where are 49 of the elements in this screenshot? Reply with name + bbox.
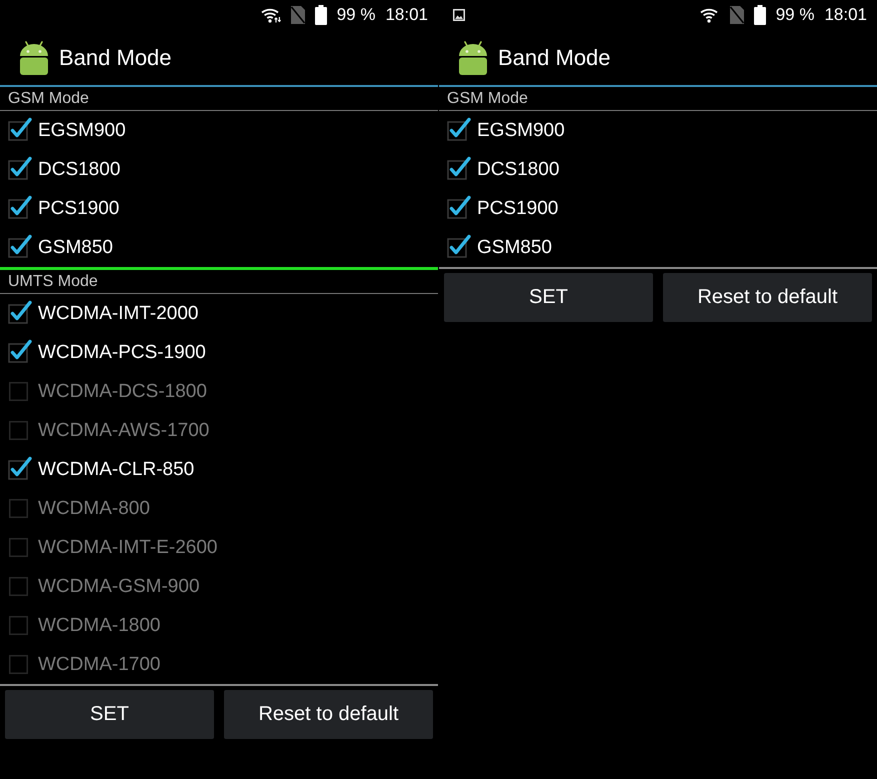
band-label: PCS1900 — [477, 198, 558, 220]
checkbox[interactable] — [8, 300, 32, 324]
band-label: WCDMA-PCS-1900 — [38, 342, 206, 364]
checkbox[interactable] — [8, 156, 32, 180]
checkbox[interactable] — [447, 156, 471, 180]
battery-percent: 99 % — [336, 5, 376, 25]
band-label: WCDMA-1700 — [38, 654, 160, 676]
clock-time: 18:01 — [385, 5, 428, 25]
checkbox[interactable] — [8, 338, 32, 362]
band-label: WCDMA-IMT-2000 — [38, 302, 198, 324]
band-label: WCDMA-GSM-900 — [38, 576, 200, 598]
band-label: WCDMA-AWS-1700 — [38, 420, 210, 442]
checkbox[interactable] — [447, 194, 471, 218]
band-label: GSM850 — [38, 236, 113, 258]
checkbox[interactable] — [8, 456, 32, 480]
checkbox[interactable] — [447, 116, 471, 140]
checkbox[interactable] — [8, 116, 32, 140]
band-label: EGSM900 — [477, 120, 565, 142]
set-button[interactable]: SET — [444, 273, 653, 322]
no-sim-icon — [290, 6, 305, 24]
band-label: WCDMA-800 — [38, 498, 150, 520]
band-label: WCDMA-IMT-E-2600 — [38, 536, 218, 558]
section-title: UMTS Mode — [8, 272, 98, 290]
section-title: GSM Mode — [8, 90, 89, 108]
band-label: DCS1800 — [38, 158, 120, 180]
checkbox[interactable] — [8, 194, 32, 218]
app-title: Band Mode — [498, 44, 611, 70]
reset-button[interactable]: Reset to default — [224, 690, 433, 739]
checkbox[interactable] — [8, 234, 32, 258]
battery-percent: 99 % — [776, 5, 814, 25]
clock-time: 18:01 — [824, 5, 867, 25]
android-robot-icon — [18, 40, 50, 74]
band-label: GSM850 — [477, 236, 552, 258]
band-label: WCDMA-CLR-850 — [38, 458, 194, 480]
battery-icon — [314, 5, 327, 25]
checkbox[interactable] — [447, 234, 471, 258]
android-robot-icon — [457, 40, 489, 74]
image-icon — [453, 9, 465, 21]
no-sim-icon — [730, 6, 744, 24]
band-label: WCDMA-DCS-1800 — [38, 380, 207, 402]
reset-button[interactable]: Reset to default — [663, 273, 872, 322]
section-title: GSM Mode — [447, 90, 528, 108]
band-label: DCS1800 — [477, 158, 560, 180]
band-label: PCS1900 — [38, 198, 120, 220]
app-title: Band Mode — [59, 44, 172, 70]
band-label: WCDMA-1800 — [38, 614, 160, 636]
battery-icon — [754, 5, 766, 25]
set-button[interactable]: SET — [5, 690, 214, 739]
band-label: EGSM900 — [38, 120, 126, 142]
